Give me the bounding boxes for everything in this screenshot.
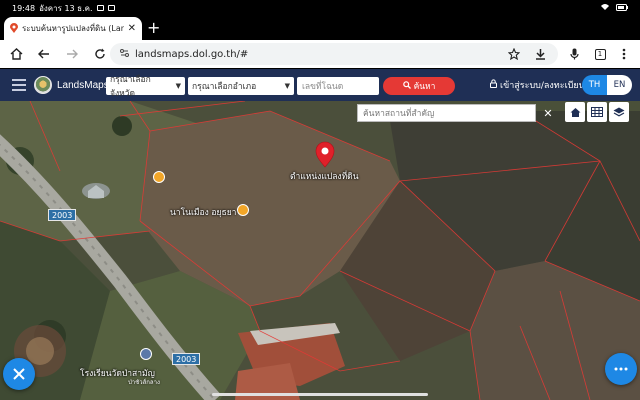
status-bar: 19:48 อังคาร 13 ธ.ค. <box>0 0 640 16</box>
poi-marker-icon[interactable] <box>237 204 249 216</box>
wifi-icon <box>600 3 610 13</box>
home-view-button[interactable] <box>565 102 585 122</box>
hamburger-menu-icon[interactable] <box>12 79 26 91</box>
language-switch: TH EN <box>582 75 632 95</box>
road-number-badge: 2003 <box>172 353 201 365</box>
download-icon[interactable] <box>526 40 554 68</box>
more-menu-icon[interactable] <box>610 40 638 68</box>
gesture-navigation-bar[interactable] <box>212 393 428 396</box>
deed-number-input[interactable]: เลขที่โฉนด <box>297 77 379 95</box>
road-number-badge: 2003 <box>48 209 77 221</box>
home-icon <box>570 107 580 117</box>
layers-button[interactable] <box>609 102 629 122</box>
notification-icon <box>96 5 104 11</box>
district-select[interactable]: กรุณาเลือกอำเภอ ▼ <box>188 77 294 95</box>
search-button[interactable]: ค้นหา <box>383 77 455 95</box>
bookmark-star-icon[interactable] <box>500 40 528 68</box>
lock-icon <box>490 79 497 91</box>
chevron-down-icon: ▼ <box>175 82 181 90</box>
status-date: อังคาร 13 ธ.ค. <box>39 3 93 13</box>
new-tab-button[interactable]: + <box>147 18 160 38</box>
district-select-value: กรุณาเลือกอำเภอ <box>192 82 257 92</box>
pin-favicon-icon <box>10 22 18 35</box>
tools-fab-button[interactable] <box>3 358 35 390</box>
login-link[interactable]: เข้าสู่ระบบ/ลงทะเบียน <box>490 78 585 92</box>
notification-icon-2 <box>107 5 115 11</box>
browser-toolbar: landsmaps.dol.go.th/# 1 <box>0 40 640 68</box>
province-select[interactable]: กรุณาเลือกจังหวัด ▼ <box>106 75 185 99</box>
school-sublabel: ป่าชัวส์กลาง <box>128 379 160 386</box>
poi-label: นาโนเมือง อยุธยา <box>170 208 237 218</box>
more-options-fab-button[interactable] <box>605 353 637 385</box>
map-imagery <box>0 101 640 400</box>
tab-strip: ระบบค้นหารูปแปลงที่ดิน (Lan ✕ + <box>0 16 640 40</box>
brand-name: LandsMaps <box>57 79 109 91</box>
satellite-map[interactable] <box>0 101 640 400</box>
lang-th-button[interactable]: TH <box>582 75 607 95</box>
address-bar[interactable]: landsmaps.dol.go.th/# <box>110 43 558 65</box>
school-marker-icon[interactable] <box>140 348 152 360</box>
screen: 19:48 อังคาร 13 ธ.ค. ระบบค้นหารูปแปลงที่… <box>0 0 640 400</box>
search-icon <box>402 80 411 92</box>
place-search-placeholder: ค้นหาสถานที่สำคัญ <box>363 109 435 119</box>
status-time: 19:48 <box>12 3 36 13</box>
chevron-down-icon: ▼ <box>284 82 290 90</box>
tools-icon <box>13 368 25 380</box>
tab-count: 1 <box>594 48 606 60</box>
back-icon[interactable] <box>30 40 58 68</box>
grid-toggle-button[interactable] <box>587 102 607 122</box>
browser-tab[interactable]: ระบบค้นหารูปแปลงที่ดิน (Lan ✕ <box>4 17 142 40</box>
battery-icon <box>616 3 628 13</box>
forward-icon[interactable] <box>58 40 86 68</box>
login-label: เข้าสู่ระบบ/ลงทะเบียน <box>500 81 585 91</box>
url-text: landsmaps.dol.go.th/# <box>135 48 249 60</box>
site-info-icon[interactable] <box>120 48 129 61</box>
grid-icon <box>591 107 603 117</box>
microphone-icon[interactable] <box>560 40 588 68</box>
home-icon[interactable] <box>2 40 30 68</box>
tab-close-icon[interactable]: ✕ <box>128 23 136 34</box>
layers-icon <box>613 107 625 116</box>
more-horizontal-icon <box>614 367 628 371</box>
landsmaps-logo <box>34 76 52 94</box>
parcel-location-label: ตำแหน่งแปลงที่ดิน <box>290 172 359 182</box>
deed-number-placeholder: เลขที่โฉนด <box>302 82 344 92</box>
clear-search-icon[interactable]: ✕ <box>540 104 556 122</box>
place-search-input[interactable]: ค้นหาสถานที่สำคัญ <box>357 104 536 122</box>
tab-title: ระบบค้นหารูปแปลงที่ดิน (Lan <box>22 24 124 33</box>
lang-en-button[interactable]: EN <box>607 75 632 95</box>
poi-marker-icon[interactable] <box>153 171 165 183</box>
province-select-value: กรุณาเลือกจังหวัด <box>110 75 151 99</box>
search-button-label: ค้นหา <box>413 82 436 92</box>
